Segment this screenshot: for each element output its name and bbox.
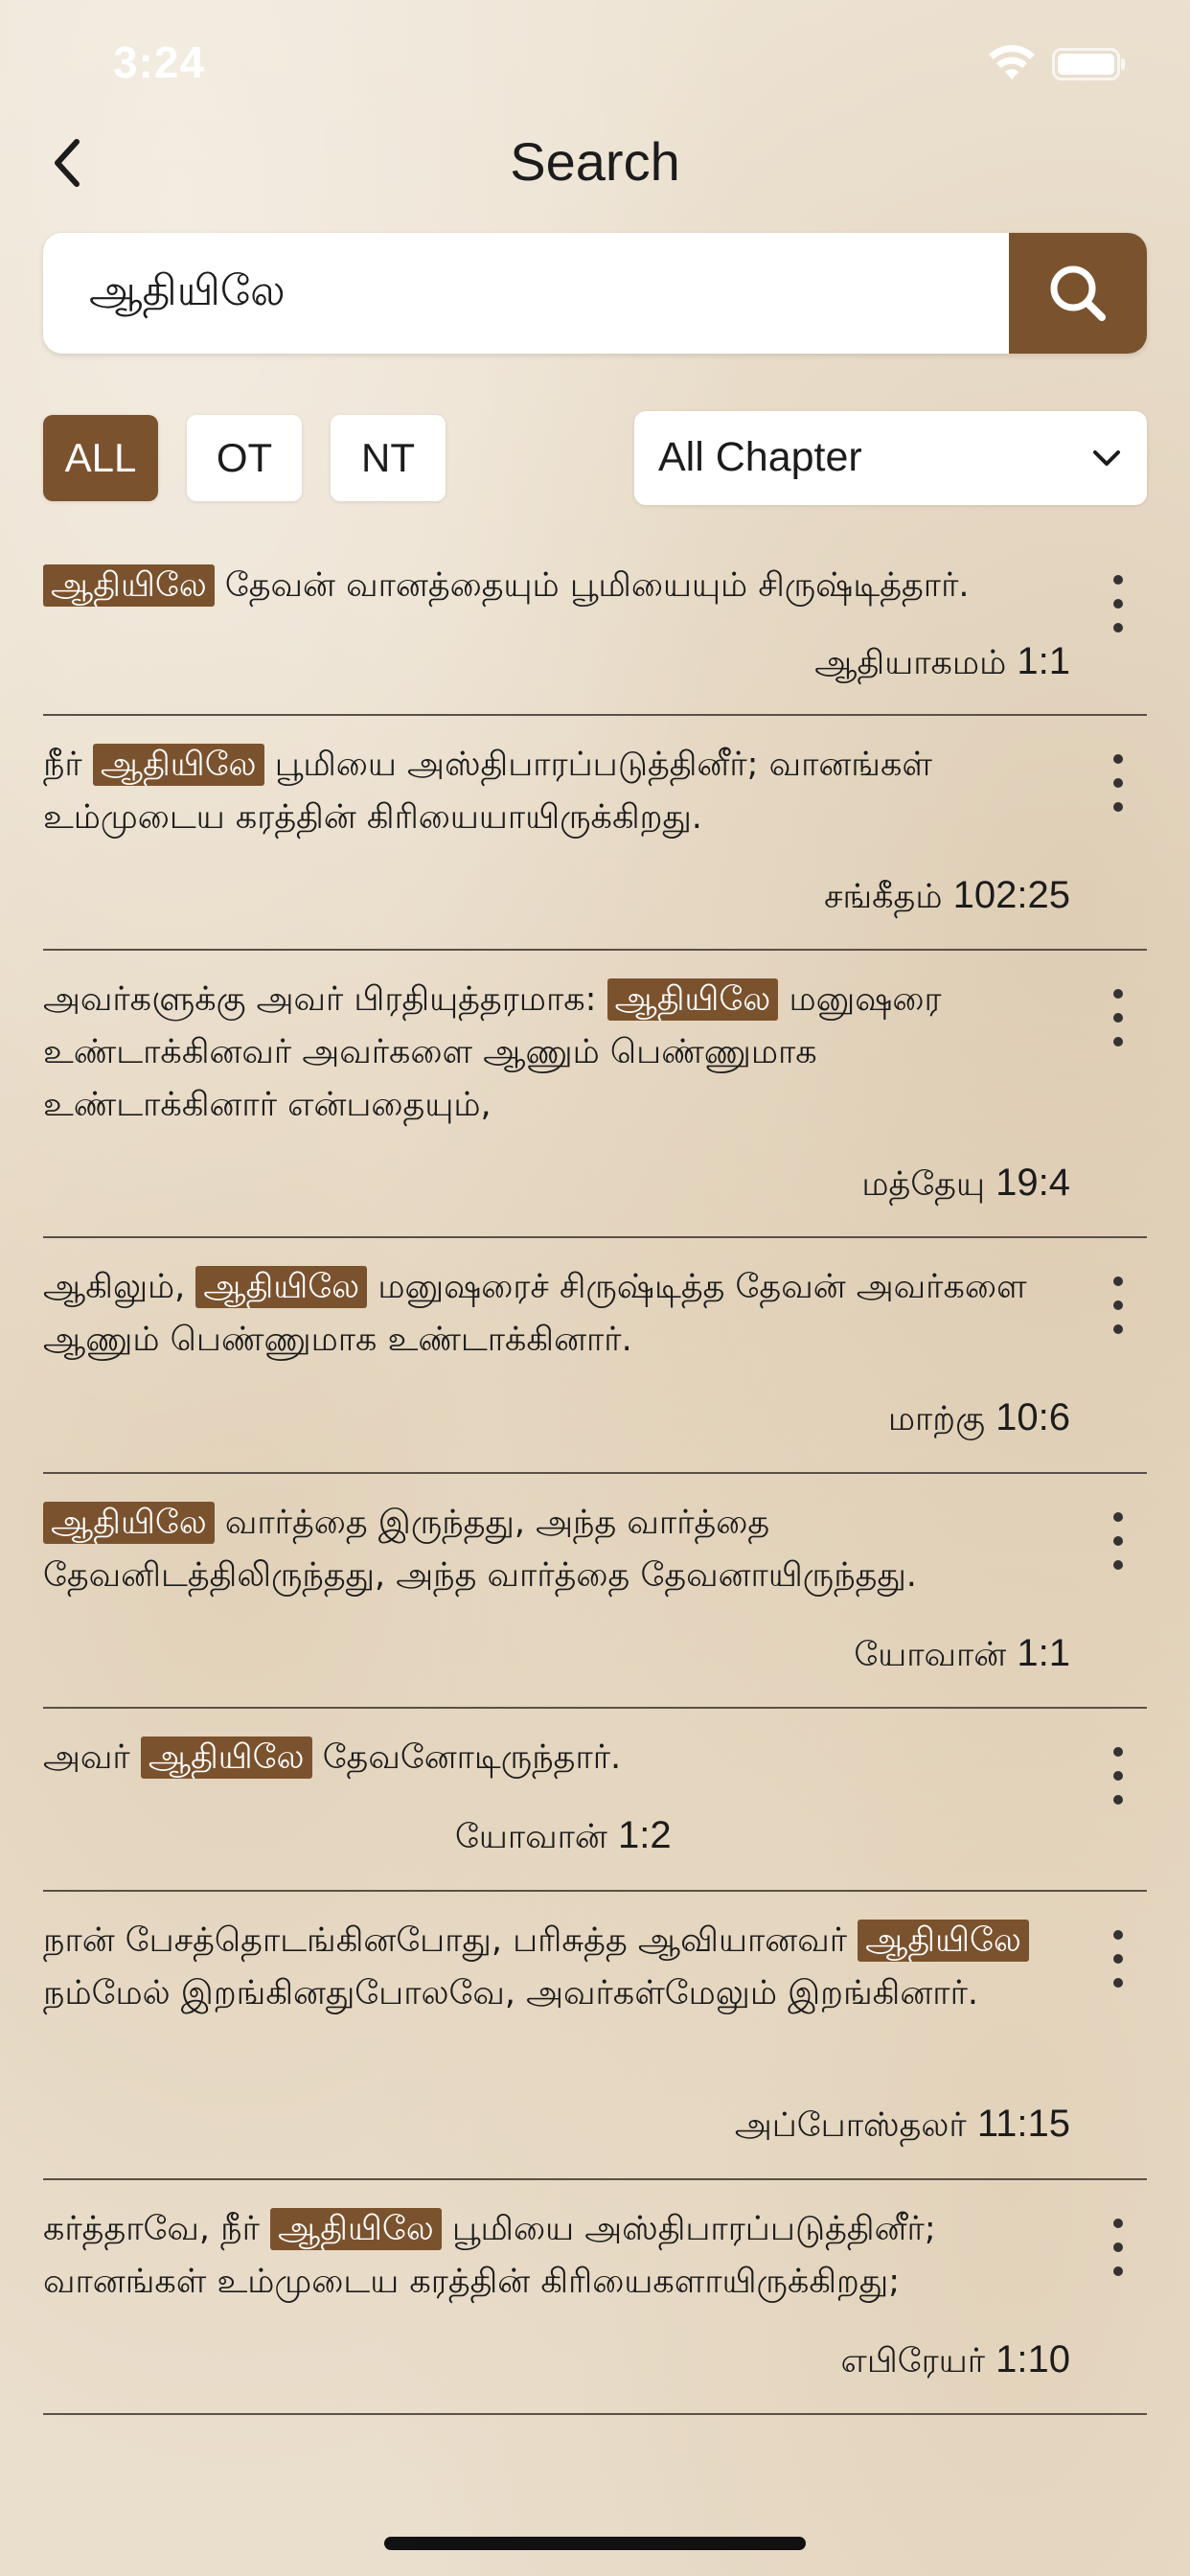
search-highlight: ஆதியிலே [140, 1736, 312, 1779]
result-item[interactable]: அவர் ஆதியிலே தேவனோடிருந்தார். யோவான் 1:2 [43, 1709, 1147, 1892]
status-bar: 3:24 [0, 0, 1190, 125]
home-indicator [384, 2537, 806, 2550]
result-item[interactable]: கர்த்தாவே, நீர் ஆதியிலே பூமியை அஸ்திபாரப… [43, 2180, 1147, 2415]
verse-text: நான் பேசத்தொடங்கினபோது, பரிசுத்த ஆவியானவ… [43, 1915, 1059, 2020]
search-highlight: ஆதியிலே [270, 2208, 442, 2250]
more-options-button[interactable] [1099, 1930, 1137, 1988]
verse-reference: யோவான் 1:2 [455, 1814, 672, 1856]
more-options-button[interactable] [1099, 1276, 1137, 1334]
search-highlight: ஆதியிலே [858, 1920, 1029, 1962]
result-item[interactable]: ஆதியிலே வார்த்தை இருந்தது, அந்த வார்த்தை… [43, 1474, 1147, 1709]
verse-reference: யோவான் 1:1 [854, 1632, 1070, 1674]
navigation-bar: Search [0, 115, 1190, 211]
battery-icon [1052, 48, 1125, 80]
verse-reference: சங்கீதம் 102:25 [824, 874, 1070, 916]
verse-text: நீர் ஆதியிலே பூமியை அஸ்திபாரப்படுத்தினீர… [43, 744, 932, 837]
verse-reference: மாற்கு 10:6 [887, 1396, 1070, 1438]
search-input[interactable] [43, 233, 1009, 354]
search-button[interactable] [1009, 233, 1147, 354]
chapter-select-label: All Chapter [658, 434, 862, 480]
search-highlight: ஆதியிலே [195, 1266, 368, 1308]
result-item[interactable]: நான் பேசத்தொடங்கினபோது, பரிசுத்த ஆவியானவ… [43, 1892, 1147, 2180]
verse-text: கர்த்தாவே, நீர் ஆதியிலே பூமியை அஸ்திபாரப… [43, 2208, 936, 2301]
filter-ot-button[interactable]: OT [187, 415, 302, 501]
result-item[interactable]: ஆகிலும், ஆதியிலே மனுஷரைச் சிருஷ்டித்த தே… [43, 1238, 1147, 1474]
more-options-button[interactable] [1099, 2219, 1137, 2276]
more-options-button[interactable] [1099, 575, 1137, 632]
verse-text: அவர் ஆதியிலே தேவனோடிருந்தார். [43, 1736, 622, 1779]
verse-text: ஆகிலும், ஆதியிலே மனுஷரைச் சிருஷ்டித்த தே… [43, 1266, 1027, 1359]
verse-reference: மத்தேயு 19:4 [861, 1162, 1070, 1204]
verse-text: ஆதியிலே வார்த்தை இருந்தது, அந்த வார்த்தை… [43, 1502, 917, 1595]
results-list: ஆதியிலே தேவன் வானத்தையும் பூமியையும் சிர… [43, 537, 1147, 2415]
search-highlight: ஆதியிலே [43, 1502, 215, 1544]
search-icon [1050, 265, 1106, 321]
chevron-down-icon [1093, 450, 1120, 466]
verse-reference: ஆதியாகமம் 1:1 [814, 640, 1070, 682]
more-options-button[interactable] [1099, 754, 1137, 812]
verse-reference: எபிரேயர் 1:10 [840, 2338, 1070, 2380]
result-item[interactable]: அவர்களுக்கு அவர் பிரதியுத்தரமாக: ஆதியிலே… [43, 951, 1147, 1238]
search-highlight: ஆதியிலே [43, 564, 215, 607]
search-box [43, 233, 1147, 354]
chapter-select[interactable]: All Chapter [634, 411, 1147, 505]
verse-reference: அப்போஸ்தலர் 11:15 [734, 2103, 1070, 2145]
filter-all-button[interactable]: ALL [43, 415, 158, 501]
wifi-icon [989, 45, 1035, 80]
filter-nt-button[interactable]: NT [331, 415, 446, 501]
more-options-button[interactable] [1099, 989, 1137, 1046]
search-highlight: ஆதியிலே [92, 744, 264, 786]
more-options-button[interactable] [1099, 1512, 1137, 1570]
status-time: 3:24 [113, 37, 206, 87]
page-title: Search [510, 131, 680, 192]
result-item[interactable]: ஆதியிலே தேவன் வானத்தையும் பூமியையும் சிர… [43, 537, 1147, 716]
verse-text: அவர்களுக்கு அவர் பிரதியுத்தரமாக: ஆதியிலே… [43, 978, 942, 1124]
result-item[interactable]: நீர் ஆதியிலே பூமியை அஸ்திபாரப்படுத்தினீர… [43, 716, 1147, 951]
more-options-button[interactable] [1099, 1747, 1137, 1805]
search-highlight: ஆதியிலே [606, 978, 779, 1021]
verse-text: ஆதியிலே தேவன் வானத்தையும் பூமியையும் சிர… [43, 560, 1059, 612]
